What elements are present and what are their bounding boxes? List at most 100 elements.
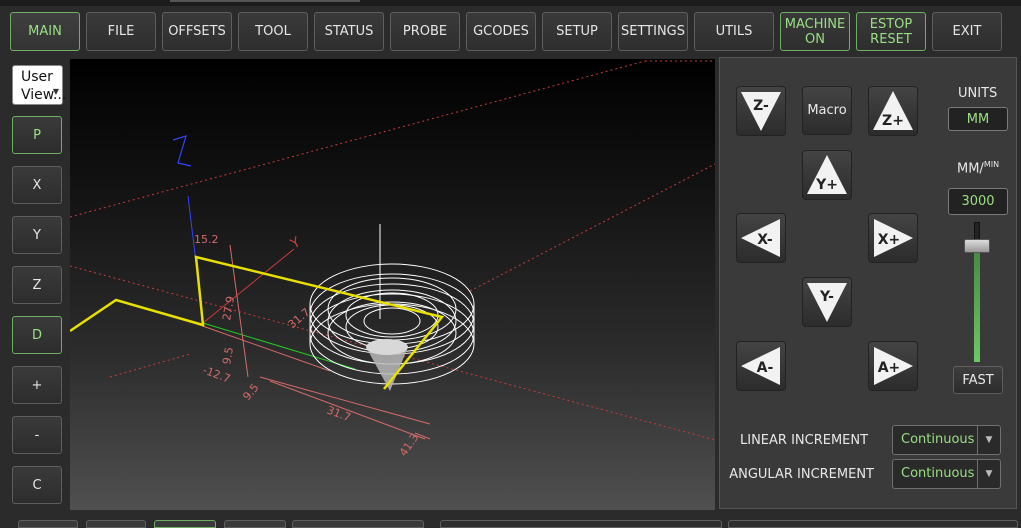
view-z-label: Z bbox=[32, 277, 42, 293]
jog-x-plus-button[interactable]: X+ bbox=[868, 213, 918, 263]
linear-increment-select[interactable]: Continuous ▼ bbox=[892, 425, 1001, 455]
toolpath-graphics: Z Y 15.2 27.9 31.7 9.5 -12.7 9.5 31.7 41… bbox=[70, 59, 715, 459]
tab-file-label: FILE bbox=[107, 24, 135, 39]
linear-increment-value: Continuous bbox=[901, 432, 975, 447]
tab-offsets-label: OFFSETS bbox=[168, 24, 226, 39]
estop-reset-button[interactable]: ESTOP RESET bbox=[856, 12, 926, 51]
title-fragment bbox=[170, 0, 360, 2]
feed-rate-value[interactable]: 3000 bbox=[948, 188, 1008, 215]
tab-tool-label: TOOL bbox=[255, 24, 291, 39]
zoom-out-button[interactable]: - bbox=[12, 416, 62, 454]
exit-label: EXIT bbox=[952, 24, 982, 39]
triangle-right-icon: X+ bbox=[874, 219, 913, 257]
tool-top bbox=[366, 339, 408, 355]
bottom-tab[interactable] bbox=[18, 520, 78, 528]
zoom-out-label: - bbox=[34, 427, 40, 443]
estop-reset-line1: ESTOP bbox=[869, 16, 913, 32]
feed-slider-fill bbox=[974, 252, 980, 362]
zoom-in-label: + bbox=[31, 377, 43, 393]
triangle-down-icon: Z- bbox=[741, 92, 781, 131]
tab-gcodes[interactable]: GCODES bbox=[466, 12, 536, 51]
tab-settings[interactable]: SETTINGS bbox=[618, 12, 688, 51]
svg-text:X+: X+ bbox=[878, 232, 901, 248]
tab-setup-label: SETUP bbox=[556, 24, 598, 39]
toolpath-ring bbox=[345, 292, 439, 338]
tab-setup[interactable]: SETUP bbox=[542, 12, 612, 51]
triangle-down-icon: Y- bbox=[807, 283, 847, 322]
window-top-strip bbox=[0, 0, 1021, 6]
jog-y-plus-button[interactable]: Y+ bbox=[802, 150, 852, 200]
bottom-tab[interactable] bbox=[224, 520, 286, 528]
view-d-button[interactable]: D bbox=[12, 316, 62, 354]
machine-on-button[interactable]: MACHINE ON bbox=[780, 12, 850, 51]
view-d-label: D bbox=[31, 327, 42, 343]
units-label: UNITS bbox=[958, 86, 998, 101]
tab-settings-label: SETTINGS bbox=[620, 24, 685, 39]
tab-main[interactable]: MAIN bbox=[10, 12, 80, 51]
estop-reset-line2: RESET bbox=[870, 31, 912, 47]
fast-label: FAST bbox=[962, 372, 994, 388]
svg-text:Z-: Z- bbox=[753, 98, 769, 114]
feed-slider-handle[interactable] bbox=[964, 238, 990, 253]
chevron-down-icon: ▼ bbox=[977, 460, 1000, 488]
bottom-panel-edge bbox=[728, 520, 1018, 528]
gcode-3d-viewport[interactable]: Z Y 15.2 27.9 31.7 9.5 -12.7 9.5 31.7 41… bbox=[70, 59, 715, 510]
jog-a-plus-button[interactable]: A+ bbox=[868, 341, 918, 391]
machine-on-line1: MACHINE bbox=[784, 16, 846, 32]
macro-button[interactable]: Macro bbox=[802, 86, 852, 135]
triangle-left-icon: A- bbox=[741, 347, 780, 385]
tab-status[interactable]: STATUS bbox=[314, 12, 384, 51]
tab-file[interactable]: FILE bbox=[86, 12, 156, 51]
view-selector[interactable]: User View... ▼ bbox=[12, 65, 66, 105]
dim-label: 9.5 bbox=[240, 381, 261, 403]
units-value[interactable]: MM bbox=[948, 107, 1008, 131]
jog-a-minus-button[interactable]: A- bbox=[736, 341, 786, 391]
tab-offsets[interactable]: OFFSETS bbox=[162, 12, 232, 51]
toolpath-ring bbox=[363, 307, 421, 335]
tab-probe[interactable]: PROBE bbox=[390, 12, 460, 51]
triangle-up-icon: Y+ bbox=[807, 155, 847, 194]
bottom-tab[interactable] bbox=[154, 520, 216, 528]
feed-units-label: MM/MIN bbox=[957, 160, 999, 176]
tab-utils[interactable]: UTILS bbox=[694, 12, 774, 51]
jog-z-minus-button[interactable]: Z- bbox=[736, 86, 786, 136]
jog-x-minus-button[interactable]: X- bbox=[736, 213, 786, 263]
dim-label: 15.2 bbox=[194, 233, 219, 246]
svg-text:Y+: Y+ bbox=[815, 177, 838, 193]
triangle-right-icon: A+ bbox=[874, 347, 913, 385]
dim-label: 31.7 bbox=[286, 306, 313, 332]
svg-text:Z+: Z+ bbox=[882, 113, 904, 129]
bottom-tab[interactable] bbox=[86, 520, 146, 528]
svg-text:X-: X- bbox=[757, 232, 773, 248]
exit-button[interactable]: EXIT bbox=[932, 12, 1002, 51]
bottom-tab[interactable] bbox=[292, 520, 424, 528]
jog-y-minus-button[interactable]: Y- bbox=[802, 277, 852, 327]
svg-text:A-: A- bbox=[757, 360, 774, 376]
view-z-button[interactable]: Z bbox=[12, 266, 62, 304]
triangle-left-icon: X- bbox=[741, 219, 780, 257]
svg-text:Y-: Y- bbox=[819, 289, 834, 305]
feed-units-sup: MIN bbox=[983, 160, 1000, 169]
feed-units-main: MM/ bbox=[957, 161, 984, 177]
units-value-text: MM bbox=[966, 111, 990, 127]
tab-probe-label: PROBE bbox=[402, 24, 448, 39]
macro-label: Macro bbox=[807, 103, 847, 118]
angular-increment-value: Continuous bbox=[901, 466, 975, 481]
angular-increment-select[interactable]: Continuous ▼ bbox=[892, 459, 1001, 489]
jog-z-plus-button[interactable]: Z+ bbox=[868, 86, 918, 136]
fast-button[interactable]: FAST bbox=[953, 366, 1003, 394]
dim-label: 9.5 bbox=[220, 346, 236, 365]
view-x-button[interactable]: X bbox=[12, 166, 62, 204]
chevron-down-icon: ▼ bbox=[977, 426, 1000, 454]
linear-increment-label: LINEAR INCREMENT bbox=[740, 433, 869, 448]
clear-button[interactable]: C bbox=[12, 466, 62, 504]
bottom-panel-edge bbox=[440, 520, 722, 528]
y-axis-label: Y bbox=[287, 234, 304, 253]
tab-main-label: MAIN bbox=[28, 24, 62, 39]
dim-label: 27.9 bbox=[220, 295, 237, 321]
view-p-button[interactable]: P bbox=[12, 116, 62, 154]
view-p-label: P bbox=[33, 127, 41, 143]
tab-tool[interactable]: TOOL bbox=[238, 12, 308, 51]
zoom-in-button[interactable]: + bbox=[12, 366, 62, 404]
view-y-button[interactable]: Y bbox=[12, 216, 62, 254]
